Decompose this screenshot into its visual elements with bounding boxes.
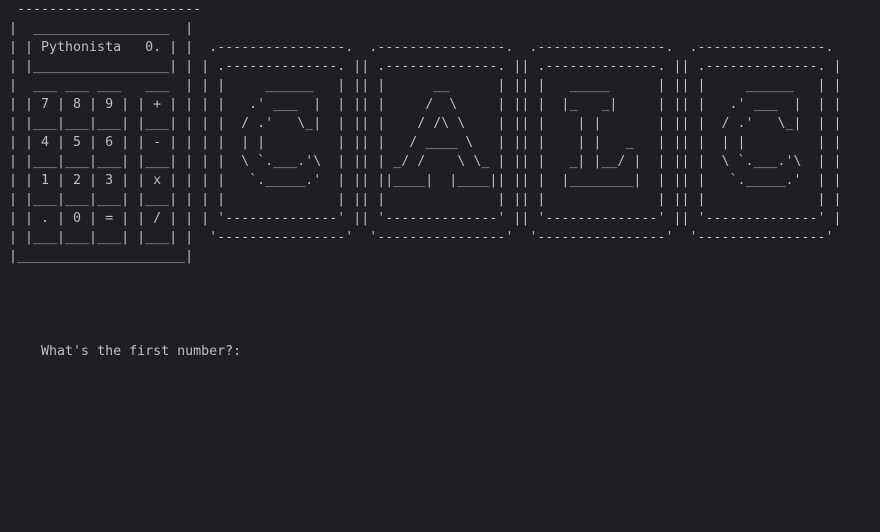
ascii-line: | ___ ___ ___ ___ | | | ______ | || | __… <box>9 78 842 93</box>
ascii-line: | |___|___|___| |___| | | | | || | | || … <box>9 192 842 207</box>
ascii-line: | | 7 | 8 | 9 | | + | | | | .' ___ | | |… <box>9 97 842 112</box>
ascii-line: |_____________________| <box>9 249 194 264</box>
terminal-output: ----------------------- | _______________… <box>0 0 880 532</box>
ascii-line: ----------------------- <box>9 2 202 17</box>
ascii-line: | |_________________| | | .-------------… <box>9 59 842 74</box>
ascii-calculator-banner: ----------------------- | _______________… <box>9 0 880 266</box>
input-cursor[interactable] <box>241 344 249 359</box>
ascii-line: | | 4 | 5 | 6 | | - | | | | | | | || | /… <box>9 135 842 150</box>
ascii-line: | |___|___|___| |___| | | | / .' \_| | |… <box>9 116 842 131</box>
ascii-line: | |___|___|___| |___| | | | \ `.___.'\ |… <box>9 154 842 169</box>
ascii-line: | | Pythonista 0. | | .----------------.… <box>9 40 834 55</box>
input-prompt: What's the first number?: <box>41 344 242 359</box>
ascii-line: | | 1 | 2 | 3 | | x | | | | `._____.' | … <box>9 173 842 188</box>
ascii-line: | _________________ | <box>9 21 194 36</box>
ascii-line: | |___|___|___| |___| | '---------------… <box>9 230 834 245</box>
ascii-line: | | . | 0 | = | | / | | | '-------------… <box>9 211 842 226</box>
input-prompt-line[interactable]: What's the first number?: <box>9 323 249 380</box>
